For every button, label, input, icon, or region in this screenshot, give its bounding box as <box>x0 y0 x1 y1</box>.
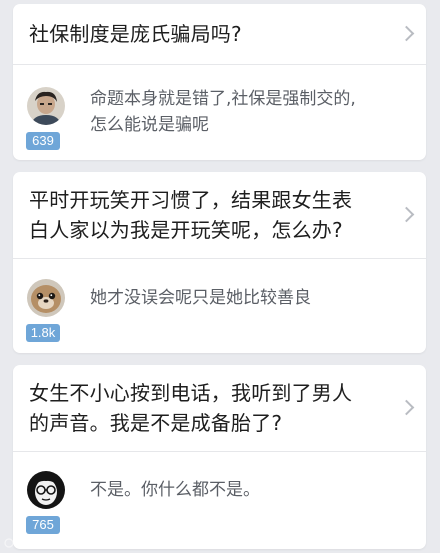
chevron-right-icon <box>398 25 415 42</box>
chevron-right-icon <box>398 399 415 416</box>
portrait-avatar-icon <box>27 87 65 125</box>
answer-summary[interactable]: 命题本身就是错了,社保是强制交的, 怎么能说是骗呢 <box>90 86 408 138</box>
question-title[interactable]: 女生不小心按到电话，我听到了男人 的声音。我是不是成备胎了? <box>29 378 352 438</box>
vote-count-badge: 1.8k <box>26 324 60 342</box>
feed-card-2[interactable]: 平时开玩笑开习惯了，结果跟女生表 白人家以为我是开玩笑呢，怎么办? 1.8k 她… <box>13 172 426 353</box>
question-row[interactable]: 女生不小心按到电话，我听到了男人 的声音。我是不是成备胎了? <box>13 365 426 451</box>
question-row[interactable]: 社保制度是庞氏骗局吗? <box>13 4 426 64</box>
avatar[interactable] <box>27 87 65 125</box>
answer-row[interactable]: 639 命题本身就是错了,社保是强制交的, 怎么能说是骗呢 <box>13 65 426 160</box>
feed-card-3[interactable]: 女生不小心按到电话，我听到了男人 的声音。我是不是成备胎了? 765 不是。你什… <box>13 365 426 549</box>
answer-line: 怎么能说是骗呢 <box>90 115 209 135</box>
vote-count-badge: 639 <box>26 132 60 150</box>
glasses-avatar-icon <box>27 471 65 509</box>
question-title[interactable]: 平时开玩笑开习惯了，结果跟女生表 白人家以为我是开玩笑呢，怎么办? <box>29 185 352 245</box>
avatar[interactable] <box>27 471 65 509</box>
question-line: 的声音。我是不是成备胎了? <box>29 411 283 435</box>
feed-card-1[interactable]: 社保制度是庞氏骗局吗? 639 命题本身就是错了,社保是强制交的, 怎么能说是骗… <box>13 4 426 160</box>
watermark <box>4 537 48 549</box>
answer-summary[interactable]: 她才没误会呢只是她比较善良 <box>90 285 408 311</box>
answer-summary[interactable]: 不是。你什么都不是。 <box>90 477 408 503</box>
seal-avatar-icon <box>27 279 65 317</box>
chevron-right-icon <box>398 206 415 223</box>
watermark-logo-icon <box>4 538 46 548</box>
avatar[interactable] <box>27 279 65 317</box>
answer-row[interactable]: 765 不是。你什么都不是。 <box>13 452 426 549</box>
question-line: 女生不小心按到电话，我听到了男人 <box>29 381 353 405</box>
answer-row[interactable]: 1.8k 她才没误会呢只是她比较善良 <box>13 259 426 353</box>
question-row[interactable]: 平时开玩笑开习惯了，结果跟女生表 白人家以为我是开玩笑呢，怎么办? <box>13 172 426 258</box>
question-line: 平时开玩笑开习惯了，结果跟女生表 <box>29 188 353 212</box>
answer-line: 命题本身就是错了,社保是强制交的, <box>90 89 356 109</box>
question-title[interactable]: 社保制度是庞氏骗局吗? <box>29 19 242 49</box>
vote-count-badge: 765 <box>26 516 60 534</box>
question-line: 白人家以为我是开玩笑呢，怎么办? <box>29 218 343 242</box>
